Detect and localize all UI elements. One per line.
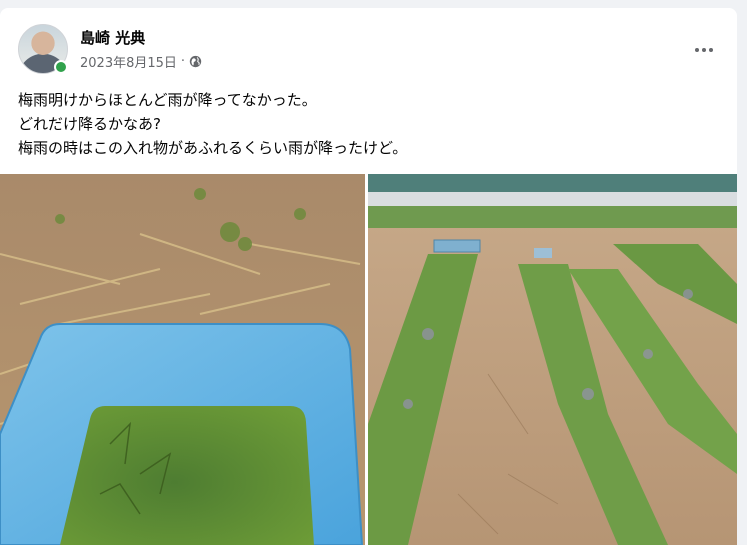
author-name[interactable]: 島崎 光典 bbox=[80, 27, 145, 48]
more-options-dot bbox=[709, 48, 713, 52]
meta-separator: · bbox=[180, 53, 186, 69]
photo-herb-garden-rows[interactable] bbox=[368, 174, 737, 545]
more-options-button[interactable] bbox=[688, 34, 720, 66]
post-text-line: どれだけ降るかなあ? bbox=[18, 115, 161, 133]
post-text: 梅雨明けからほとんど雨が降ってなかった。 どれだけ降るかなあ? 梅雨の時はこの入… bbox=[18, 88, 718, 160]
globe-icon bbox=[189, 55, 202, 67]
post-header: 島崎 光典 2023年8月15日 · bbox=[18, 24, 728, 76]
more-options-dot bbox=[702, 48, 706, 52]
post-meta: 2023年8月15日 · bbox=[80, 52, 202, 71]
post-date[interactable]: 2023年8月15日 bbox=[80, 52, 177, 71]
more-options-icon bbox=[695, 48, 699, 52]
photo-grid bbox=[0, 174, 737, 545]
photo-container-with-water[interactable] bbox=[0, 174, 365, 545]
online-status-dot bbox=[54, 60, 68, 74]
post-text-line: 梅雨の時はこの入れ物があふれるくらい雨が降ったけど。 bbox=[18, 139, 408, 157]
post-card: 島崎 光典 2023年8月15日 · 梅雨明けからほとんど雨が降ってなかった。 … bbox=[0, 8, 737, 545]
post-text-line: 梅雨明けからほとんど雨が降ってなかった。 bbox=[18, 91, 317, 109]
